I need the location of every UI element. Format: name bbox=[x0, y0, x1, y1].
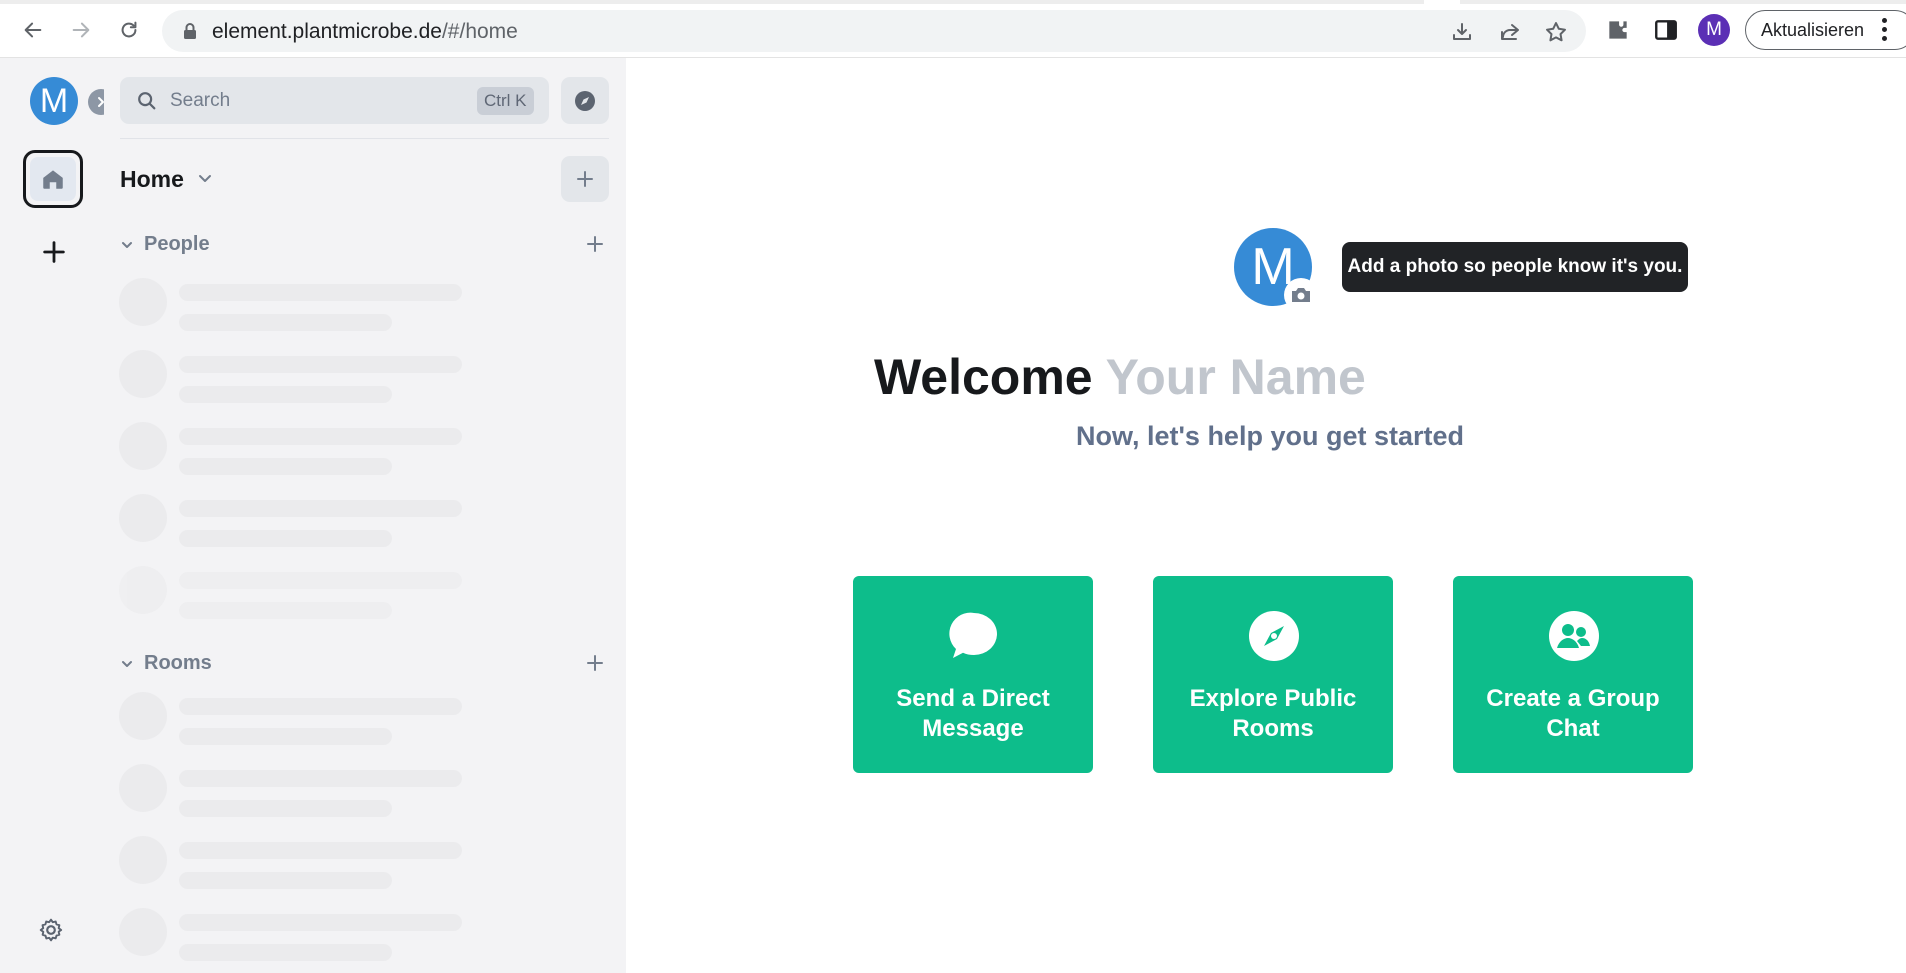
chevron-down-icon[interactable] bbox=[196, 169, 214, 187]
create-space-icon[interactable] bbox=[40, 238, 68, 266]
action-label: Explore Public Rooms bbox=[1189, 685, 1357, 742]
section-header-rooms[interactable]: Rooms bbox=[120, 652, 212, 675]
explore-rooms-button[interactable] bbox=[561, 77, 609, 124]
section-label: Rooms bbox=[144, 652, 212, 674]
settings-gear-icon[interactable] bbox=[38, 917, 64, 943]
chat-bubble-icon bbox=[949, 612, 997, 658]
lock-icon bbox=[184, 23, 196, 39]
arrow-left-icon bbox=[24, 22, 42, 38]
home-space-button[interactable] bbox=[23, 150, 83, 208]
url-path: /#/home bbox=[441, 20, 518, 43]
section-header-people[interactable]: People bbox=[120, 233, 210, 256]
welcome-heading: Welcome Your Name bbox=[874, 348, 1366, 406]
skeleton-row bbox=[119, 422, 479, 478]
group-icon bbox=[1549, 611, 1599, 661]
browser-toolbar: element.plantmicrobe.de/#/home M Aktuali… bbox=[0, 0, 1906, 58]
tab-strip bbox=[0, 0, 1906, 4]
chevron-down-icon bbox=[122, 241, 132, 248]
home-add-button[interactable] bbox=[561, 156, 609, 202]
url-text: element.plantmicrobe.de/#/home bbox=[212, 20, 518, 44]
explore-public-rooms-button[interactable]: Explore Public Rooms bbox=[1153, 576, 1393, 773]
plus-icon bbox=[577, 171, 593, 187]
compass-icon bbox=[575, 90, 595, 111]
action-label: Create a Group Chat bbox=[1486, 685, 1660, 742]
forward-button[interactable] bbox=[63, 12, 99, 48]
reload-icon bbox=[121, 21, 137, 38]
camera-icon bbox=[1292, 288, 1310, 302]
reload-button[interactable] bbox=[111, 12, 147, 48]
skeleton-row bbox=[119, 350, 479, 406]
search-input[interactable]: Search Ctrl K bbox=[120, 77, 549, 124]
arrow-right-icon bbox=[72, 22, 90, 38]
skeleton-row bbox=[119, 908, 479, 964]
welcome-subtitle: Now, let's help you get started bbox=[1076, 421, 1464, 451]
search-icon bbox=[138, 92, 156, 110]
app-root: element.plantmicrobe.de/#/home M Aktuali… bbox=[0, 0, 1906, 973]
section-label: People bbox=[144, 233, 210, 255]
search-placeholder: Search bbox=[170, 90, 231, 111]
browser-profile-avatar[interactable]: M bbox=[1698, 14, 1730, 46]
home-header-title[interactable]: Home bbox=[120, 166, 184, 193]
extensions-icon[interactable] bbox=[1605, 17, 1631, 43]
search-divider bbox=[120, 138, 609, 139]
user-avatar[interactable]: M bbox=[30, 77, 78, 125]
skeleton-row bbox=[119, 566, 479, 622]
upload-photo-button[interactable] bbox=[1284, 278, 1318, 312]
add-room-icon[interactable] bbox=[586, 654, 604, 672]
skeleton-row bbox=[119, 764, 479, 820]
home-page bbox=[626, 58, 1906, 973]
chevron-down-icon bbox=[122, 660, 132, 667]
back-button[interactable] bbox=[15, 12, 51, 48]
install-icon[interactable] bbox=[1450, 20, 1474, 44]
action-label: Send a Direct Message bbox=[896, 685, 1050, 742]
add-people-icon[interactable] bbox=[586, 235, 604, 253]
skeleton-row bbox=[119, 494, 479, 550]
skeleton-row bbox=[119, 278, 479, 334]
side-panel-icon[interactable] bbox=[1653, 17, 1679, 43]
bookmark-star-icon[interactable] bbox=[1544, 20, 1568, 44]
skeleton-row bbox=[119, 692, 479, 748]
share-icon[interactable] bbox=[1498, 20, 1522, 44]
welcome-prefix: Welcome bbox=[874, 349, 1093, 405]
avatar-tooltip: Add a photo so people know it's you. bbox=[1342, 242, 1688, 292]
create-group-chat-button[interactable]: Create a Group Chat bbox=[1453, 576, 1693, 773]
search-shortcut-badge: Ctrl K bbox=[477, 87, 534, 115]
url-host: element.plantmicrobe.de bbox=[212, 20, 442, 43]
send-direct-message-button[interactable]: Send a Direct Message bbox=[853, 576, 1093, 773]
skeleton-row bbox=[119, 836, 479, 892]
compass-icon bbox=[1249, 611, 1299, 661]
home-icon bbox=[43, 170, 63, 189]
browser-menu-icon[interactable] bbox=[1882, 18, 1888, 42]
welcome-name: Your Name bbox=[1105, 349, 1366, 405]
address-bar[interactable]: element.plantmicrobe.de/#/home bbox=[162, 10, 1586, 52]
